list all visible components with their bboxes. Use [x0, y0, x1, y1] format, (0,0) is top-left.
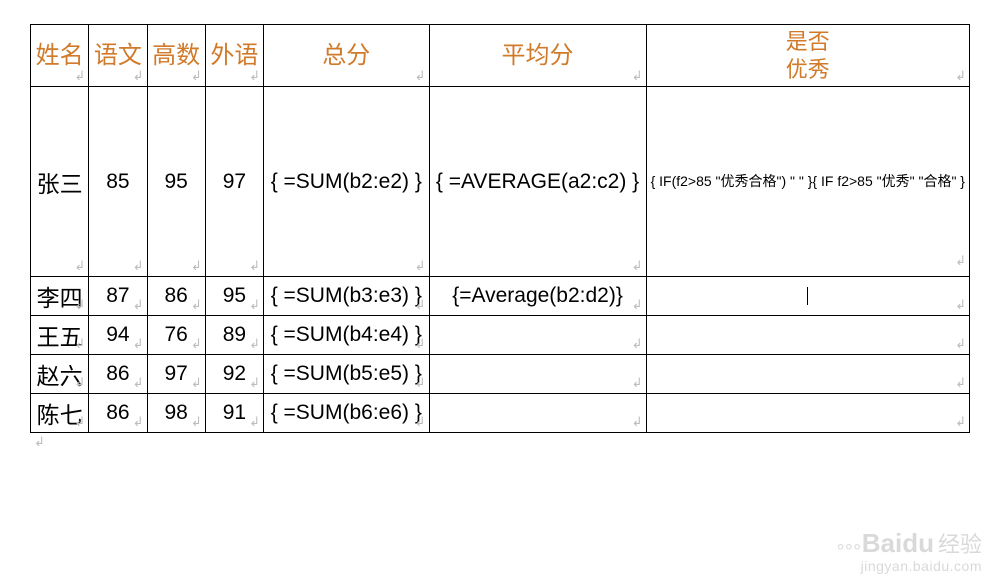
cell-mark-icon: ↲	[632, 336, 643, 352]
cell-average: {=Average(b2:d2)}↲	[429, 277, 646, 316]
cell-total: { =SUM(b2:e2) }↲	[264, 87, 429, 277]
cell-chinese: 94↲	[89, 316, 147, 355]
cell-foreign: 89↲	[205, 316, 263, 355]
table-row: 王五↲ 94↲ 76↲ 89↲ { =SUM(b4:e4) }↲ ↲ ↲	[31, 316, 970, 355]
table-row: 赵六↲ 86↲ 97↲ 92↲ { =SUM(b5:e5) }↲ ↲ ↲	[31, 355, 970, 394]
cell-chinese: 87↲	[89, 277, 147, 316]
cell-excellent: ↲	[646, 355, 969, 394]
cell-mark-icon: ↲	[191, 375, 202, 391]
header-average: 平均分↲	[429, 25, 646, 87]
cell-mark-icon: ↲	[74, 68, 85, 84]
cell-mark-icon: ↲	[955, 249, 966, 274]
cell-math: 97↲	[147, 355, 205, 394]
table-row: 张三↲ 85↲ 95↲ 97↲ { =SUM(b2:e2) }↲ { =AVER…	[31, 87, 970, 277]
paw-icon: ∘∘∘	[835, 536, 860, 556]
cell-mark-icon: ↲	[955, 414, 966, 430]
cell-math: 76↲	[147, 316, 205, 355]
cell-mark-icon: ↲	[249, 414, 260, 430]
cell-mark-icon: ↲	[955, 375, 966, 391]
cell-mark-icon: ↲	[632, 68, 643, 84]
cell-name: 陈七↲	[31, 394, 89, 433]
cell-foreign: 95↲	[205, 277, 263, 316]
cell-mark-icon: ↲	[133, 297, 144, 313]
cell-total: { =SUM(b5:e5) }↲	[264, 355, 429, 394]
cell-total: { =SUM(b4:e4) }↲	[264, 316, 429, 355]
cell-math: 98↲	[147, 394, 205, 433]
cell-chinese: 86↲	[89, 355, 147, 394]
cell-name: 李四↲	[31, 277, 89, 316]
cell-average: ↲	[429, 394, 646, 433]
table-row: 陈七↲ 86↲ 98↲ 91↲ { =SUM(b6:e6) }↲ ↲ ↲	[31, 394, 970, 433]
cell-mark-icon: ↲	[74, 258, 85, 274]
cell-chinese: 85↲	[89, 87, 147, 277]
cell-average: ↲	[429, 355, 646, 394]
cell-total: { =SUM(b6:e6) }↲	[264, 394, 429, 433]
cell-mark-icon: ↲	[133, 414, 144, 430]
cell-chinese: 86↲	[89, 394, 147, 433]
cell-name: 赵六↲	[31, 355, 89, 394]
cell-excellent[interactable]: ↲	[646, 277, 969, 316]
header-math: 高数↲	[147, 25, 205, 87]
cell-mark-icon: ↲	[249, 68, 260, 84]
cell-mark-icon: ↲	[191, 414, 202, 430]
cell-mark-icon: ↲	[415, 258, 426, 274]
cell-mark-icon: ↲	[191, 258, 202, 274]
header-foreign: 外语↲	[205, 25, 263, 87]
cell-name: 张三↲	[31, 87, 89, 277]
cell-mark-icon: ↲	[191, 336, 202, 352]
header-excellent: 是否 优秀↲	[646, 25, 969, 87]
cell-math: 86↲	[147, 277, 205, 316]
cell-mark-icon: ↲	[249, 297, 260, 313]
cell-excellent: ↲	[646, 316, 969, 355]
cell-mark-icon: ↲	[955, 297, 966, 313]
cell-math: 95↲	[147, 87, 205, 277]
cell-excellent: ↲	[646, 394, 969, 433]
grades-table: 姓名↲ 语文↲ 高数↲ 外语↲ 总分↲ 平均分↲ 是否 优秀↲ 张三↲ 85↲ …	[30, 24, 970, 433]
cell-mark-icon: ↲	[133, 68, 144, 84]
cell-mark-icon: ↲	[191, 297, 202, 313]
cell-mark-icon: ↲	[632, 375, 643, 391]
cell-mark-icon: ↲	[249, 375, 260, 391]
header-name: 姓名↲	[31, 25, 89, 87]
cell-mark-icon: ↲	[632, 258, 643, 274]
cell-mark-icon: ↲	[133, 375, 144, 391]
cell-mark-icon: ↲	[191, 68, 202, 84]
text-cursor-icon	[807, 287, 808, 305]
cell-foreign: 91↲	[205, 394, 263, 433]
header-row: 姓名↲ 语文↲ 高数↲ 外语↲ 总分↲ 平均分↲ 是否 优秀↲	[31, 25, 970, 87]
cell-mark-icon: ↲	[249, 258, 260, 274]
header-chinese: 语文↲	[89, 25, 147, 87]
paragraph-mark-icon: ↲	[30, 434, 45, 449]
cell-mark-icon: ↲	[133, 336, 144, 352]
cell-name: 王五↲	[31, 316, 89, 355]
cell-mark-icon: ↲	[632, 297, 643, 313]
header-total: 总分↲	[264, 25, 429, 87]
cell-mark-icon: ↲	[955, 68, 966, 84]
cell-total: { =SUM(b3:e3) }↲	[264, 277, 429, 316]
cell-average: ↲	[429, 316, 646, 355]
cell-average: { =AVERAGE(a2:c2) }↲	[429, 87, 646, 277]
cell-mark-icon: ↲	[133, 258, 144, 274]
cell-mark-icon: ↲	[955, 336, 966, 352]
cell-foreign: 92↲	[205, 355, 263, 394]
cell-mark-icon: ↲	[249, 336, 260, 352]
cell-mark-icon: ↲	[632, 414, 643, 430]
cell-mark-icon: ↲	[415, 68, 426, 84]
cell-excellent: { IF(f2>85 "优秀合格") " " }{ IF f2>85 "优秀" …	[646, 87, 969, 277]
watermark-url: jingyan.baidu.com	[835, 559, 982, 574]
cell-foreign: 97↲	[205, 87, 263, 277]
watermark: ∘∘∘Baidu经验 jingyan.baidu.com	[835, 530, 982, 574]
table-row: 李四↲ 87↲ 86↲ 95↲ { =SUM(b3:e3) }↲ {=Avera…	[31, 277, 970, 316]
